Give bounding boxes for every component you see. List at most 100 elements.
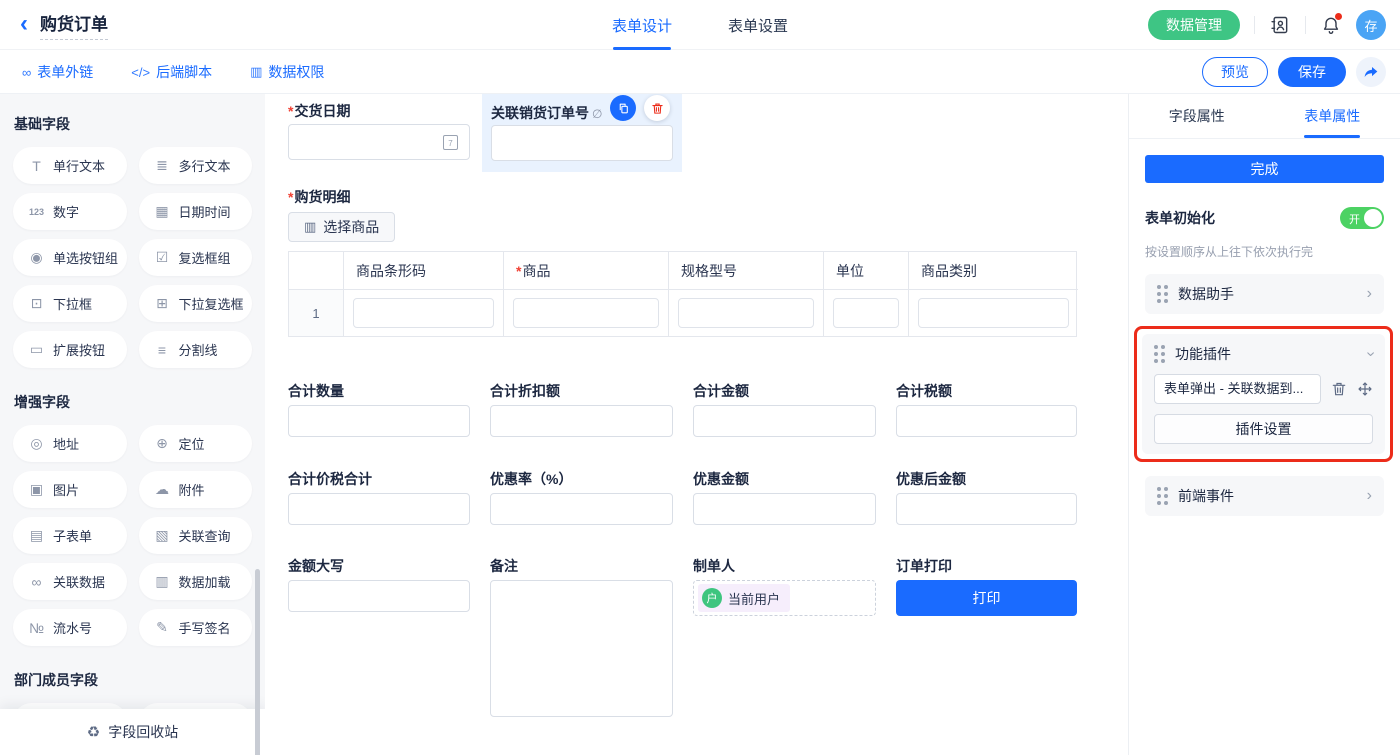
field-pill-number[interactable]: 123数字 (13, 193, 127, 230)
total-qty-input[interactable] (288, 405, 470, 437)
share-button[interactable] (1356, 57, 1386, 87)
pencil-icon: ✎ (154, 619, 171, 636)
field-pill-checkbox-group[interactable]: ☑复选框组 (139, 239, 253, 276)
link-icon: ∞ (22, 65, 31, 80)
unit-input[interactable] (833, 298, 899, 328)
card-label: 功能插件 (1175, 344, 1358, 364)
barcode-input[interactable] (353, 298, 494, 328)
field-pill-address[interactable]: ◎地址 (13, 425, 127, 462)
creator-field[interactable]: 户 当前用户 (693, 580, 876, 616)
delete-plugin-button[interactable] (1331, 381, 1347, 397)
back-icon[interactable]: ‹ (20, 12, 28, 36)
field-pill-single-text[interactable]: T单行文本 (13, 147, 127, 184)
avatar[interactable]: 存 (1356, 10, 1386, 40)
form-title[interactable]: 购货订单 (40, 10, 108, 40)
drag-handle-icon[interactable] (1157, 487, 1168, 505)
preview-button[interactable]: 预览 (1202, 57, 1268, 87)
form-external-link[interactable]: ∞ 表单外链 (22, 62, 93, 82)
duplicate-field-button[interactable] (610, 95, 636, 121)
field-pill-signature[interactable]: ✎手写签名 (139, 609, 253, 646)
purchase-detail-label: *购货明细 (288, 187, 350, 207)
print-button[interactable]: 打印 (896, 580, 1077, 616)
tab-form-design[interactable]: 表单设计 (612, 0, 672, 50)
pill-label: 多行文本 (179, 156, 231, 175)
field-pill-linked-query[interactable]: ▧关联查询 (139, 517, 253, 554)
category-input[interactable] (918, 298, 1069, 328)
select-product-button[interactable]: ▥ 选择商品 (288, 212, 395, 242)
field-pill-linked-data[interactable]: ∞关联数据 (13, 563, 127, 600)
linked-order-field-selected[interactable]: 关联销货订单号∅ (482, 94, 682, 172)
trash-icon (651, 102, 664, 115)
field-pill-serial-number[interactable]: №流水号 (13, 609, 127, 646)
delete-field-button[interactable] (644, 95, 670, 121)
field-pill-image[interactable]: ▣图片 (13, 471, 127, 508)
field-pill-dropdown-multi[interactable]: ⊞下拉复选框 (139, 285, 253, 322)
total-discount-input[interactable] (490, 405, 673, 437)
contacts-icon[interactable] (1269, 14, 1291, 36)
move-plugin-handle[interactable] (1357, 381, 1373, 397)
field-pill-multi-text[interactable]: ≣多行文本 (139, 147, 253, 184)
linked-order-input[interactable] (491, 125, 673, 161)
field-pill-dropdown[interactable]: ⊡下拉框 (13, 285, 127, 322)
toggle-on-text: 开 (1349, 211, 1360, 227)
total-tax-input[interactable] (896, 405, 1077, 437)
drag-handle-icon[interactable] (1157, 285, 1168, 303)
field-pill-data-load[interactable]: ▥数据加载 (139, 563, 253, 600)
toolbar-links: ∞ 表单外链 </> 后端脚本 ▥ 数据权限 (22, 50, 324, 94)
dropdown-multi-icon: ⊞ (154, 295, 171, 312)
field-pill-radio-group[interactable]: ◉单选按钮组 (13, 239, 127, 276)
remark-label: 备注 (490, 556, 518, 576)
save-button[interactable]: 保存 (1278, 57, 1346, 87)
drag-handle-icon[interactable] (1154, 345, 1165, 363)
after-discount-input[interactable] (896, 493, 1077, 525)
pill-label: 关联数据 (53, 572, 105, 591)
discount-amount-input[interactable] (693, 493, 876, 525)
remark-textarea[interactable] (490, 580, 673, 717)
sidebar-scrollbar[interactable] (255, 569, 260, 755)
plugin-settings-button[interactable]: 插件设置 (1154, 414, 1373, 444)
field-recycle-bin[interactable]: ♻ 字段回收站 (0, 709, 265, 755)
notification-dot (1335, 13, 1342, 20)
pill-label: 单选按钮组 (53, 248, 118, 267)
pill-label: 日期时间 (179, 202, 231, 221)
done-button[interactable]: 完成 (1145, 155, 1384, 183)
discount-rate-input[interactable] (490, 493, 673, 525)
spec-input[interactable] (678, 298, 814, 328)
trash-icon (1331, 381, 1347, 397)
card-label: 前端事件 (1178, 486, 1357, 506)
field-pill-datetime[interactable]: ▦日期时间 (139, 193, 253, 230)
dropdown-icon: ⊡ (28, 295, 45, 312)
card-label: 数据助手 (1178, 284, 1357, 304)
share-arrow-icon (1363, 64, 1379, 80)
basic-fields-grid: T单行文本 ≣多行文本 123数字 ▦日期时间 ◉单选按钮组 ☑复选框组 ⊡下拉… (0, 147, 265, 368)
data-manage-button[interactable]: 数据管理 (1148, 10, 1240, 40)
plugin-select[interactable]: 表单弹出 - 关联数据到... (1154, 374, 1321, 404)
field-pill-subform[interactable]: ▤子表单 (13, 517, 127, 554)
product-input[interactable] (513, 298, 659, 328)
total-amount-input[interactable] (693, 405, 876, 437)
plugin-card-header[interactable]: 功能插件 › (1154, 344, 1373, 364)
data-permission-link[interactable]: ▥ 数据权限 (250, 62, 324, 82)
notification-bell-icon[interactable] (1320, 14, 1342, 36)
total-with-tax-label: 合计价税合计 (288, 469, 372, 489)
card-frontend-events[interactable]: 前端事件 › (1145, 476, 1384, 516)
form-init-toggle[interactable]: 开 (1340, 207, 1384, 229)
top-bar-left: ‹ 购货订单 (20, 0, 108, 50)
data-load-icon: ▥ (154, 573, 171, 590)
form-init-row: 表单初始化 开 (1145, 207, 1384, 229)
section-title-basic: 基础字段 (14, 114, 251, 134)
field-pill-divider[interactable]: ≡分割线 (139, 331, 253, 368)
field-pill-extend-button[interactable]: ▭扩展按钮 (13, 331, 127, 368)
tab-field-properties[interactable]: 字段属性 (1129, 94, 1265, 138)
delivery-date-label: *交货日期 (288, 101, 350, 121)
tab-form-settings[interactable]: 表单设置 (728, 0, 788, 50)
tab-form-properties[interactable]: 表单属性 (1265, 94, 1400, 138)
field-palette-sidebar: 基础字段 T单行文本 ≣多行文本 123数字 ▦日期时间 ◉单选按钮组 ☑复选框… (0, 94, 265, 755)
card-data-assistant[interactable]: 数据助手 › (1145, 274, 1384, 314)
amount-in-words-input[interactable] (288, 580, 470, 612)
crosshair-icon: ⊕ (154, 435, 171, 452)
total-with-tax-input[interactable] (288, 493, 470, 525)
backend-script-link[interactable]: </> 后端脚本 (131, 62, 212, 82)
field-pill-geolocation[interactable]: ⊕定位 (139, 425, 253, 462)
field-pill-attachment[interactable]: ☁附件 (139, 471, 253, 508)
